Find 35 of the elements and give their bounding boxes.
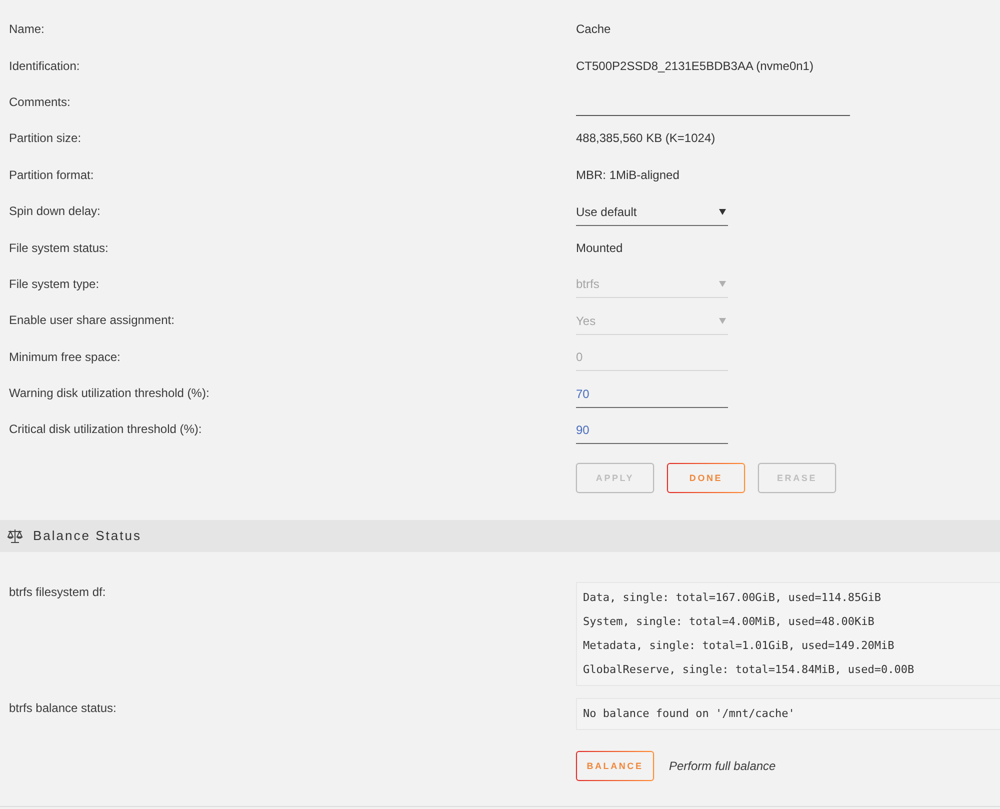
field-label: Name: xyxy=(8,22,46,36)
field-label: Minimum free space: xyxy=(8,350,122,364)
field-label: Enable user share assignment: xyxy=(8,313,176,328)
field-value: 488,385,560 KB (K=1024) xyxy=(576,131,716,146)
field-label: File system status: xyxy=(8,240,110,255)
field-label: Warning disk utilization threshold (%): xyxy=(8,386,210,400)
field-label: Critical disk utilization threshold (%): xyxy=(8,422,203,436)
output-line: Metadata, single: total=1.01GiB, used=149.20MiB xyxy=(583,638,896,654)
field-label: Spin down delay: xyxy=(8,204,102,218)
field-value: Cache xyxy=(576,22,611,36)
dropdown-field[interactable]: Use default xyxy=(576,198,728,226)
output-line: System, single: total=4.00MiB, used=48.00KiB xyxy=(583,614,876,630)
field-label: Comments: xyxy=(8,94,72,109)
field-value: MBR: 1MiB-aligned xyxy=(576,168,680,182)
field-label: Identification: xyxy=(8,58,81,73)
field-label: btrfs balance status: xyxy=(8,700,118,717)
field-label: Partition size: xyxy=(8,131,82,146)
caret-icon xyxy=(719,281,726,288)
output-line: Data, single: total=167.00GiB, used=114.85GiB xyxy=(583,590,882,606)
field-value: CT500P2SSD8_2131E5BDB3AA (nvme0n1) xyxy=(576,58,814,73)
field-label: File system type: xyxy=(8,276,100,291)
field-label: btrfs filesystem df: xyxy=(8,584,107,601)
caret-icon xyxy=(719,318,726,324)
text-field[interactable]: 70 xyxy=(576,380,728,408)
caret-icon xyxy=(719,208,726,215)
field-value: Mounted xyxy=(576,240,623,255)
output-line: GlobalReserve, single: total=154.84MiB, used=0.00B xyxy=(583,662,916,678)
balance-button[interactable]: BALANCE xyxy=(576,750,654,781)
field-label: Partition format: xyxy=(8,168,95,182)
balance-note: Perform full balance xyxy=(669,758,776,773)
output-line: No balance found on '/mnt/cache' xyxy=(583,706,796,722)
done-button[interactable]: DONE xyxy=(667,462,745,493)
text-field[interactable]: 90 xyxy=(576,416,728,444)
section-title: Balance Status xyxy=(33,528,142,544)
scales-icon xyxy=(7,528,23,544)
